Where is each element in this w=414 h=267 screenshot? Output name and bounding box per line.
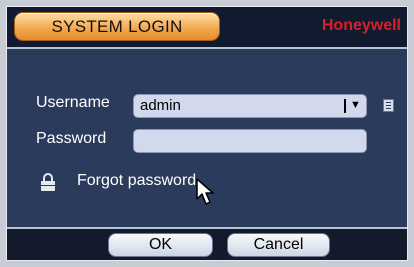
cancel-button[interactable]: Cancel	[227, 233, 330, 257]
title-tab: SYSTEM LOGIN	[14, 12, 220, 41]
button-bar: OK Cancel	[7, 229, 407, 260]
dialog-title: SYSTEM LOGIN	[51, 17, 183, 36]
password-label: Password	[36, 130, 107, 147]
password-field[interactable]	[133, 129, 367, 153]
username-value: admin	[140, 97, 181, 114]
divider-top	[7, 47, 407, 49]
keyboard-icon[interactable]	[383, 99, 394, 112]
title-bar: SYSTEM LOGIN Honeywell	[7, 7, 407, 47]
brand-logo: Honeywell	[321, 17, 401, 34]
text-caret	[344, 99, 346, 113]
ok-button[interactable]: OK	[108, 233, 213, 257]
login-dialog: SYSTEM LOGIN Honeywell Username admin ▼ …	[6, 6, 408, 261]
forgot-password-link[interactable]: Forgot password	[77, 172, 196, 190]
chevron-down-icon[interactable]: ▼	[349, 99, 362, 112]
mouse-pointer-icon	[196, 178, 214, 205]
username-dropdown[interactable]: admin ▼	[133, 94, 367, 118]
username-label: Username	[36, 94, 110, 111]
lock-icon[interactable]	[40, 173, 56, 191]
